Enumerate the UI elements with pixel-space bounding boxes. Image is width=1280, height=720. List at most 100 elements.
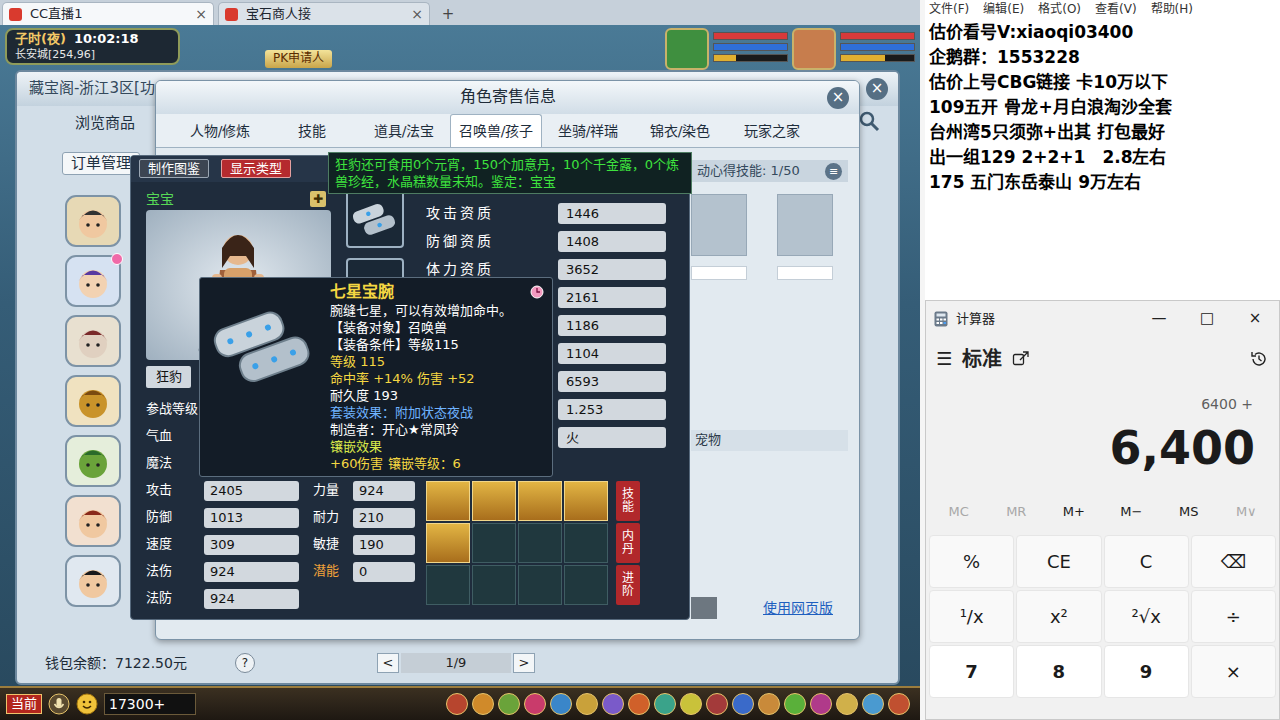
close-button[interactable]: × <box>827 87 849 109</box>
character-avatar-icon[interactable] <box>65 195 121 247</box>
web-version-link[interactable]: 使用网页版 <box>763 599 833 617</box>
skill-cell[interactable] <box>426 565 470 605</box>
function-icon[interactable] <box>602 693 624 715</box>
menu-button[interactable]: ☰ <box>936 347 952 370</box>
calc-key[interactable]: × <box>1191 645 1276 698</box>
function-icon[interactable] <box>758 693 780 715</box>
pk-request-button[interactable]: PK申请人 <box>265 50 332 68</box>
chat-input[interactable]: 17300+ <box>104 693 196 715</box>
microphone-icon[interactable] <box>48 693 70 715</box>
memory-button[interactable]: M+ <box>1045 504 1103 521</box>
history-icon[interactable] <box>1249 349 1269 369</box>
dialog-tab[interactable]: 玩家之家 <box>726 115 818 147</box>
calc-key[interactable]: 9 <box>1104 645 1189 698</box>
menu-item[interactable]: 格式(O) <box>1038 2 1081 18</box>
function-icon[interactable] <box>836 693 858 715</box>
function-icon[interactable] <box>498 693 520 715</box>
function-icon[interactable] <box>654 693 676 715</box>
skill-cell[interactable] <box>564 523 608 563</box>
close-button[interactable]: × <box>866 78 888 100</box>
dialog-tab[interactable]: 召唤兽/孩子 <box>450 114 542 147</box>
close-button[interactable]: × <box>1231 309 1279 329</box>
function-icon[interactable] <box>784 693 806 715</box>
calc-key[interactable]: 8 <box>1016 645 1101 698</box>
close-tab-button[interactable]: × <box>195 5 207 23</box>
nav-item[interactable]: 订单管理 <box>62 152 140 176</box>
next-page-button[interactable]: > <box>513 653 535 673</box>
memory-button[interactable]: M− <box>1103 504 1161 521</box>
function-icon[interactable] <box>446 693 468 715</box>
browser-tab[interactable]: CC直播1× <box>2 2 214 25</box>
channel-button[interactable]: 当前 <box>6 694 42 715</box>
calc-key[interactable]: ¹/x <box>929 590 1014 643</box>
function-icon[interactable] <box>628 693 650 715</box>
function-icon[interactable] <box>862 693 884 715</box>
calc-key[interactable]: ²√x <box>1104 590 1189 643</box>
calc-key[interactable]: % <box>929 535 1014 588</box>
minimize-button[interactable]: — <box>1135 309 1183 329</box>
skill-cell[interactable] <box>426 523 470 563</box>
skill-cell[interactable] <box>518 523 562 563</box>
skill-box[interactable] <box>777 194 833 280</box>
skill-cell[interactable] <box>564 481 608 521</box>
scroll-handle[interactable] <box>691 597 717 619</box>
side-tab-button[interactable]: 技能 <box>616 481 640 521</box>
calc-key[interactable]: CE <box>1016 535 1101 588</box>
skill-cell[interactable] <box>472 481 516 521</box>
dialog-tab[interactable]: 坐骑/祥瑞 <box>542 115 634 147</box>
menu-item[interactable]: 查看(V) <box>1095 2 1137 18</box>
list-button[interactable]: ≡ <box>825 163 842 180</box>
prev-page-button[interactable]: < <box>377 653 399 673</box>
menu-item[interactable]: 文件(F) <box>929 2 969 18</box>
skill-cell[interactable] <box>518 481 562 521</box>
function-icon[interactable] <box>706 693 728 715</box>
character-avatar-icon[interactable] <box>65 315 121 367</box>
skill-box[interactable] <box>691 194 747 280</box>
browser-tab[interactable]: 宝石商人接× <box>218 2 430 25</box>
keep-on-top-icon[interactable] <box>1012 350 1030 368</box>
side-tab-button[interactable]: 内丹 <box>616 523 640 563</box>
pet-portrait-icon[interactable] <box>665 28 709 70</box>
function-icon[interactable] <box>810 693 832 715</box>
help-button[interactable]: ? <box>235 653 255 673</box>
calc-key[interactable]: ÷ <box>1191 590 1276 643</box>
calc-key[interactable]: C <box>1104 535 1189 588</box>
search-icon[interactable] <box>858 110 880 132</box>
toolbar-button[interactable]: 制作图鉴 <box>139 159 209 178</box>
character-avatar-icon[interactable] <box>65 495 121 547</box>
equipment-slot[interactable] <box>346 190 404 248</box>
skill-cell[interactable] <box>426 481 470 521</box>
dialog-tab[interactable]: 人物/修炼 <box>174 115 266 147</box>
character-avatar-icon[interactable] <box>65 375 121 427</box>
skill-cell[interactable] <box>564 565 608 605</box>
close-tab-button[interactable]: × <box>411 5 423 23</box>
skill-cell[interactable] <box>472 523 516 563</box>
menu-item[interactable]: 帮助(H) <box>1151 2 1193 18</box>
player-portrait-icon[interactable] <box>792 28 836 70</box>
character-avatar-icon[interactable] <box>65 255 121 307</box>
character-avatar-icon[interactable] <box>65 435 121 487</box>
maximize-button[interactable]: □ <box>1183 309 1231 329</box>
emoji-icon[interactable] <box>76 693 98 715</box>
new-tab-button[interactable]: + <box>438 4 458 24</box>
side-tab-button[interactable]: 进阶 <box>616 565 640 605</box>
dialog-tab[interactable]: 锦衣/染色 <box>634 115 726 147</box>
nav-item[interactable]: 浏览商品 <box>62 112 135 136</box>
add-button[interactable]: ✚ <box>310 191 326 207</box>
calc-key[interactable]: ⌫ <box>1191 535 1276 588</box>
function-icon[interactable] <box>680 693 702 715</box>
function-icon[interactable] <box>550 693 572 715</box>
toolbar-button[interactable]: 显示类型 <box>221 159 291 178</box>
function-icon[interactable] <box>576 693 598 715</box>
function-icon[interactable] <box>472 693 494 715</box>
function-icon[interactable] <box>524 693 546 715</box>
dialog-tab[interactable]: 技能 <box>266 115 358 147</box>
memory-button[interactable]: MS <box>1160 504 1218 521</box>
calc-key[interactable]: 7 <box>929 645 1014 698</box>
calc-key[interactable]: x² <box>1016 590 1101 643</box>
skill-cell[interactable] <box>472 565 516 605</box>
function-icon[interactable] <box>888 693 910 715</box>
character-avatar-icon[interactable] <box>65 555 121 607</box>
skill-cell[interactable] <box>518 565 562 605</box>
function-icon[interactable] <box>732 693 754 715</box>
